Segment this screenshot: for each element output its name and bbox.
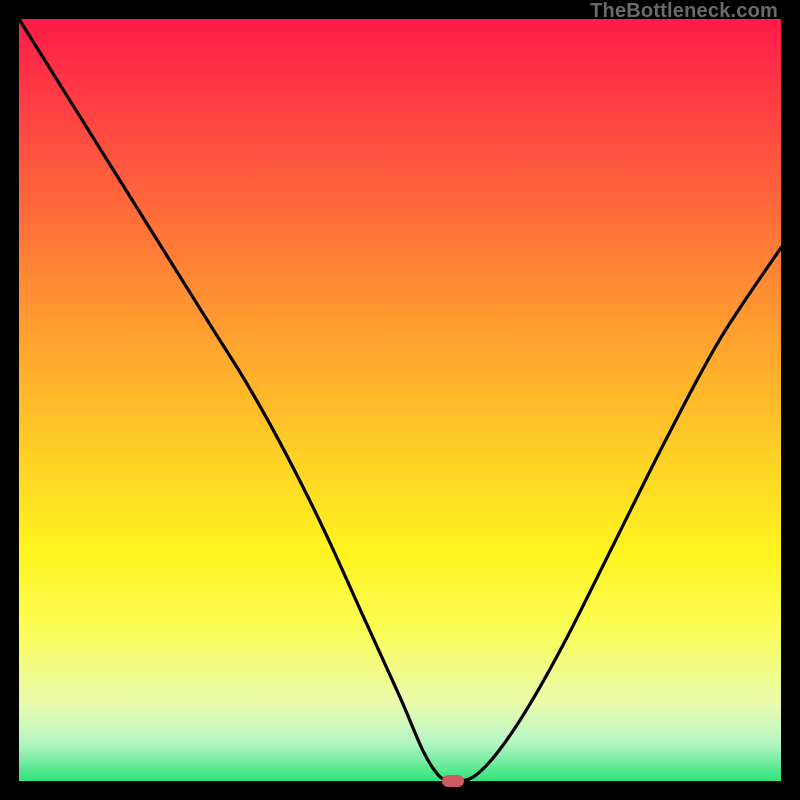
bottleneck-marker bbox=[442, 775, 464, 787]
bottleneck-curve bbox=[19, 19, 781, 781]
plot-area bbox=[19, 19, 781, 781]
chart-stage: TheBottleneck.com bbox=[0, 0, 800, 800]
